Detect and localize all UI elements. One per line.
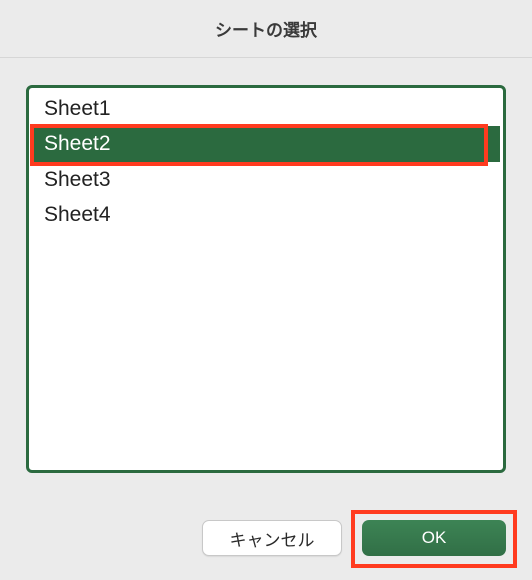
ok-button-label: OK [422, 528, 447, 548]
list-item[interactable]: Sheet4 [32, 197, 500, 232]
dialog-titlebar: シートの選択 [0, 0, 532, 58]
cancel-button-label: キャンセル [230, 526, 315, 551]
list-item[interactable]: Sheet1 [32, 91, 500, 126]
cancel-button[interactable]: キャンセル [202, 520, 342, 556]
dialog-button-row: キャンセル OK [0, 510, 532, 580]
sheet-listbox[interactable]: Sheet1 Sheet2 Sheet3 Sheet4 [32, 91, 500, 467]
ok-button[interactable]: OK [362, 520, 506, 556]
list-item-label: Sheet1 [44, 97, 111, 120]
dialog-content: Sheet1 Sheet2 Sheet3 Sheet4 [0, 58, 532, 510]
dialog-title: シートの選択 [215, 16, 317, 41]
list-item-label: Sheet3 [44, 168, 111, 191]
sheet-listbox-frame: Sheet1 Sheet2 Sheet3 Sheet4 [26, 85, 506, 473]
list-item-label: Sheet2 [44, 132, 111, 155]
list-item-label: Sheet4 [44, 203, 111, 226]
list-item[interactable]: Sheet3 [32, 162, 500, 197]
list-item[interactable]: Sheet2 [32, 126, 500, 161]
sheet-select-dialog: シートの選択 Sheet1 Sheet2 Sheet3 Sheet4 [0, 0, 532, 580]
